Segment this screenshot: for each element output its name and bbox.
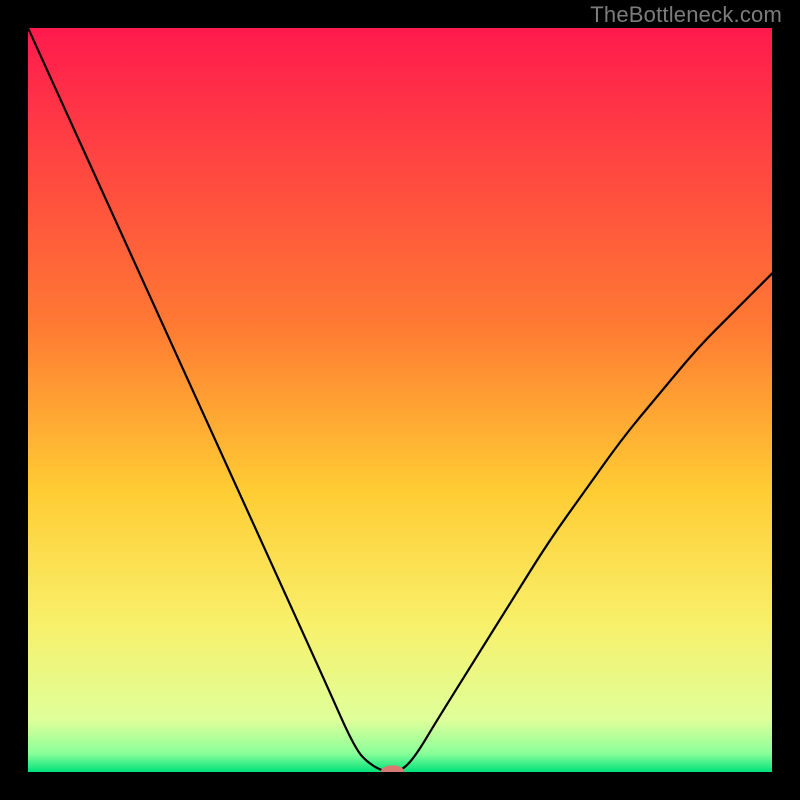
bottleneck-chart-svg bbox=[28, 28, 772, 772]
plot-area bbox=[28, 28, 772, 772]
chart-frame: TheBottleneck.com bbox=[0, 0, 800, 800]
gradient-background bbox=[28, 28, 772, 772]
watermark-label: TheBottleneck.com bbox=[590, 2, 782, 28]
